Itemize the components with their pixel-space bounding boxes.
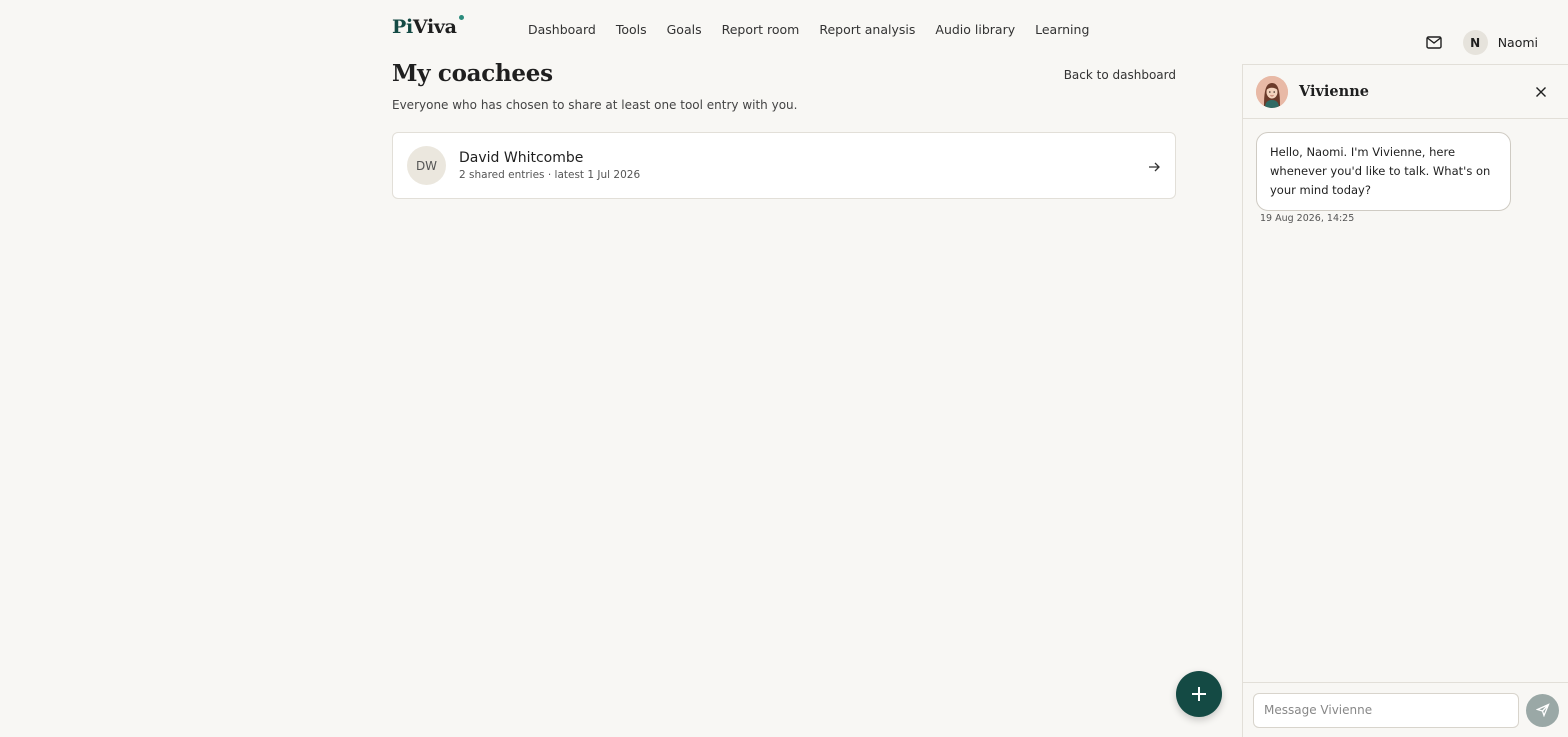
send-icon (1535, 703, 1550, 717)
send-button[interactable] (1526, 693, 1559, 727)
chat-panel: Vivienne Hello, Naomi. I'm Vivienne, her… (1242, 64, 1568, 737)
nav-dashboard[interactable]: Dashboard (528, 22, 596, 37)
nav-tools[interactable]: Tools (616, 22, 647, 37)
nav-report-analysis[interactable]: Report analysis (819, 22, 915, 37)
coachee-meta: 2 shared entries · latest 1 Jul 2026 (459, 169, 641, 181)
nav-learning[interactable]: Learning (1035, 22, 1089, 37)
vivienne-avatar (1256, 75, 1288, 108)
logo-dot (458, 15, 464, 20)
user-area: N Naomi (1425, 30, 1538, 55)
main-nav: Dashboard Tools Goals Report room Report… (528, 22, 1089, 37)
close-icon[interactable] (1533, 84, 1549, 100)
chat-message-time: 19 Aug 2026, 14:25 (1260, 213, 1355, 224)
chat-title: Vivienne (1299, 83, 1369, 100)
back-to-dashboard-link[interactable]: Back to dashboard (1064, 68, 1176, 82)
add-button[interactable] (1176, 671, 1222, 717)
nav-report-room[interactable]: Report room (722, 22, 800, 37)
logo[interactable]: PiViva (392, 15, 464, 38)
page: PiViva Dashboard Tools Goals Report room… (0, 0, 1568, 737)
coachee-info: David Whitcombe 2 shared entries · lates… (459, 150, 1147, 181)
nav-audio-library[interactable]: Audio library (935, 22, 1015, 37)
page-subtitle: Everyone who has chosen to share at leas… (392, 98, 798, 112)
chat-message: Hello, Naomi. I'm Vivienne, here wheneve… (1256, 132, 1511, 211)
chat-message-input[interactable] (1253, 692, 1519, 728)
arrow-right-icon (1147, 159, 1161, 173)
plus-icon (1192, 687, 1206, 701)
coachee-avatar: DW (407, 146, 446, 185)
nav-goals[interactable]: Goals (667, 22, 702, 37)
coachee-card[interactable]: DW David Whitcombe 2 shared entries · la… (392, 132, 1176, 199)
user-avatar[interactable]: N (1462, 30, 1488, 55)
page-title: My coachees (392, 60, 553, 87)
chat-footer (1243, 682, 1568, 737)
chat-header: Vivienne (1243, 65, 1568, 119)
mail-icon[interactable] (1425, 34, 1443, 52)
user-name[interactable]: Naomi (1498, 35, 1538, 50)
coachee-name: David Whitcombe (459, 150, 584, 166)
